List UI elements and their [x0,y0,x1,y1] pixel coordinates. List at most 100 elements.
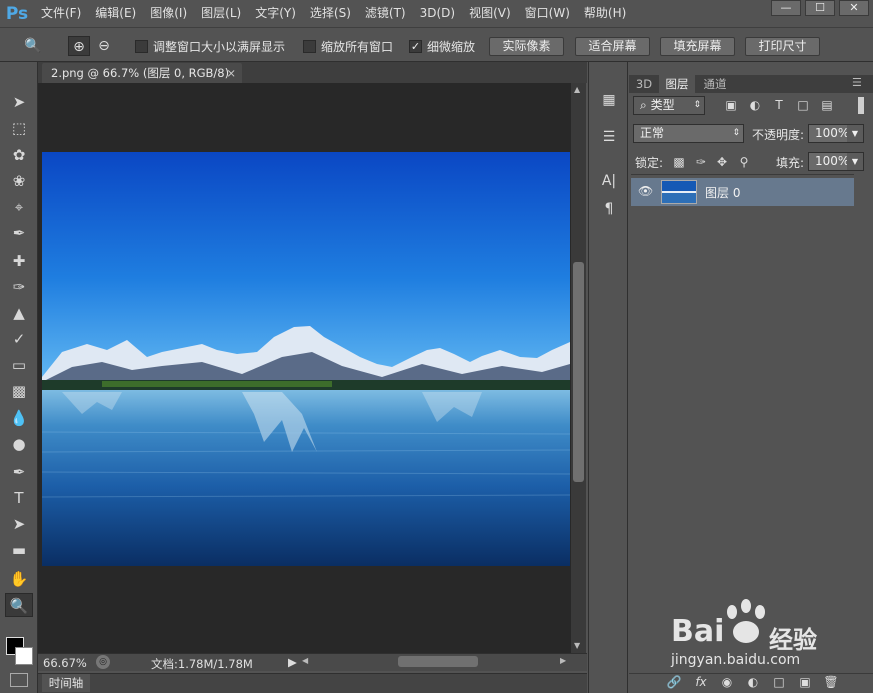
status-menu-arrow-icon[interactable]: ▶ [288,655,297,669]
close-document-icon[interactable]: × [226,63,236,83]
tab-layers[interactable]: 图层 [659,75,695,93]
menu-3d[interactable]: 3D(D) [413,0,462,27]
grid-icon[interactable]: ▦ [597,89,621,111]
vertical-scroll-thumb[interactable] [573,262,584,482]
rectangle-tool-icon[interactable]: ▬ [5,538,33,562]
marquee-tool-icon[interactable]: ⬚ [5,116,33,140]
resize-windows-option[interactable]: 调整窗口大小以满屏显示 [135,38,285,55]
zoom-level[interactable]: 66.67% [43,656,87,670]
chevron-updown-icon: ⇕ [732,128,740,138]
move-tool-icon[interactable]: ➤ [5,90,33,114]
scrubby-zoom-option[interactable]: ✓ 细微缩放 [409,38,475,55]
fill-screen-button[interactable]: 填充屏幕 [660,37,735,56]
pen-tool-icon[interactable]: ✒ [5,460,33,484]
document-tab[interactable]: 2.png @ 66.7% (图层 0, RGB/8) × [42,63,242,83]
zoom-tool-icon[interactable]: 🔍 [5,593,33,617]
scroll-up-icon[interactable]: ▲ [574,85,580,94]
document-image[interactable] [42,152,570,566]
healing-brush-tool-icon[interactable]: ✚ [5,249,33,273]
type-tool-icon[interactable]: T [5,486,33,510]
fit-screen-button[interactable]: 适合屏幕 [575,37,650,56]
background-color-swatch[interactable] [15,647,33,665]
zoom-all-checkbox[interactable] [303,40,316,53]
eraser-tool-icon[interactable]: ▭ [5,353,33,377]
blend-mode-select[interactable]: 正常 ⇕ [633,124,744,143]
actual-pixels-button[interactable]: 实际像素 [489,37,564,56]
menu-file[interactable]: 文件(F) [34,0,88,27]
close-button[interactable]: ✕ [839,0,869,16]
menu-view[interactable]: 视图(V) [462,0,518,27]
menu-image[interactable]: 图像(I) [143,0,194,27]
opacity-label: 不透明度: [752,128,805,142]
clone-stamp-tool-icon[interactable]: ▲ [5,301,33,325]
zoom-tool-preset-icon[interactable]: 🔍▾ [22,36,44,74]
maximize-button[interactable]: ☐ [805,0,835,16]
layer-thumbnail[interactable] [661,180,697,204]
smart-object-filter-icon[interactable]: ▤ [820,98,834,112]
character-icon[interactable]: A| [597,170,621,192]
fill-dropdown-icon[interactable]: ▼ [847,153,863,170]
layer-filter-select[interactable]: ⌕ 类型 ⇕ [633,96,705,115]
brush-tool-icon[interactable]: ✑ [5,275,33,299]
lasso-tool-icon[interactable]: ✿ [5,143,33,167]
scroll-left-icon[interactable]: ◀ [302,656,308,665]
menu-help[interactable]: 帮助(H) [577,0,633,27]
fill-label: 填充: [776,156,805,170]
tab-channels[interactable]: 通道 [697,75,733,93]
history-brush-tool-icon[interactable]: ✓ [5,327,33,351]
print-size-button[interactable]: 打印尺寸 [745,37,820,56]
hand-tool-icon[interactable]: ✋ [5,567,33,591]
zoom-in-icon[interactable]: ⊕ [68,36,90,56]
paragraph-icon[interactable]: ¶ [597,198,621,220]
scroll-right-icon[interactable]: ▶ [560,656,566,665]
pixel-filter-icon[interactable]: ▣ [724,98,738,112]
menu-layer[interactable]: 图层(L) [194,0,248,27]
history-icon[interactable]: ☰ [597,126,621,148]
quick-select-tool-icon[interactable]: ❀ [5,169,33,193]
resize-windows-checkbox[interactable] [135,40,148,53]
adjustment-filter-icon[interactable]: ◐ [748,98,762,112]
blend-mode-value: 正常 [640,126,665,140]
type-filter-icon[interactable]: T [772,98,786,112]
menu-type[interactable]: 文字(Y) [248,0,303,27]
menu-edit[interactable]: 编辑(E) [88,0,143,27]
lock-position-icon[interactable]: ✥ [715,155,729,169]
scroll-down-icon[interactable]: ▼ [574,641,580,650]
blur-tool-icon[interactable]: 💧 [5,406,33,430]
scrubby-zoom-checkbox[interactable]: ✓ [409,40,422,53]
lock-pixels-icon[interactable]: ✑ [694,155,708,169]
paw-logo-icon [727,599,765,643]
fill-input[interactable]: 100% ▼ [808,152,864,171]
opacity-value: 100% [815,126,850,140]
shape-filter-icon[interactable]: □ [796,98,810,112]
opacity-input[interactable]: 100% ▼ [808,124,864,143]
horizontal-scroll-thumb[interactable] [398,656,478,667]
menu-filter[interactable]: 滤镜(T) [358,0,413,27]
crop-tool-icon[interactable]: ⌖ [5,195,33,219]
tab-3d[interactable]: 3D [631,75,657,93]
status-info-icon[interactable]: ◎ [96,655,110,669]
menu-window[interactable]: 窗口(W) [518,0,577,27]
gradient-tool-icon[interactable]: ▩ [5,379,33,403]
panel-menu-icon[interactable]: ☰ [852,76,862,89]
lock-transparency-icon[interactable]: ▩ [672,155,686,169]
menu-select[interactable]: 选择(S) [303,0,358,27]
minimize-button[interactable]: — [771,0,801,16]
zoom-out-icon[interactable]: ⊖ [93,36,115,56]
timeline-tab[interactable]: 时间轴 [42,674,90,692]
layer-name: 图层 0 [705,186,741,200]
zoom-all-option[interactable]: 缩放所有窗口 [303,38,393,55]
dodge-tool-icon[interactable]: ● [5,432,33,456]
app-logo: Ps [5,3,29,24]
lock-all-icon[interactable]: ⚲ [737,155,751,169]
filter-toggle[interactable] [858,97,864,114]
document-tab-title: 2.png @ 66.7% (图层 0, RGB/8) [51,66,230,80]
status-bar: 66.67% ◎ 文档:1.78M/1.78M ▶ ◀ ▶ [38,653,587,671]
quick-mask-icon[interactable] [10,673,28,687]
opacity-dropdown-icon[interactable]: ▼ [847,125,863,142]
scrubby-zoom-label: 细微缩放 [427,40,476,54]
path-select-tool-icon[interactable]: ➤ [5,512,33,536]
lock-label: 锁定: [635,156,664,170]
eye-icon[interactable]: 👁 [638,184,653,198]
eyedropper-tool-icon[interactable]: ✒ [5,221,33,245]
